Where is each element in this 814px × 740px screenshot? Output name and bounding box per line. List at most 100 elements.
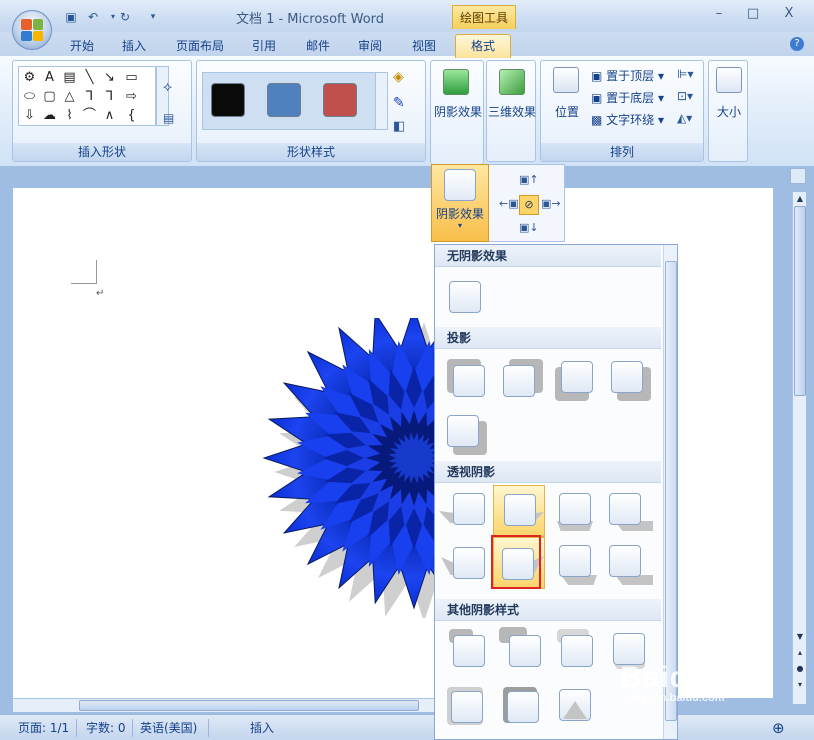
drop-shadow-3[interactable] (547, 353, 599, 405)
status-insert-mode[interactable]: 插入 (250, 719, 274, 737)
position-label[interactable]: 位置 (547, 103, 587, 120)
vertical-scrollbar[interactable]: ▲ ▼ ▴ ● ▾ (792, 192, 806, 704)
shape-outline-icon[interactable]: ✎ (393, 95, 405, 111)
nudge-down-icon[interactable]: ▣↓ (519, 221, 539, 234)
shape-rounded-rect-icon[interactable]: ▢ (41, 88, 58, 105)
scroll-up-icon[interactable]: ▲ (794, 194, 806, 206)
shape-rectangle-icon[interactable]: ▭ (123, 69, 140, 86)
style-swatch-red[interactable] (323, 83, 357, 117)
shadow-option-none[interactable] (439, 271, 491, 323)
send-to-back-button[interactable]: ▣ 置于底层 ▾ (591, 89, 664, 107)
status-language[interactable]: 英语(美国) (140, 719, 197, 737)
shape-gear-icon[interactable]: ⚙ (21, 69, 38, 86)
shape-cloud-icon[interactable]: ☁ (41, 107, 58, 124)
drop-shadow-1[interactable] (439, 353, 491, 405)
perspective-shadow-4[interactable] (601, 485, 653, 537)
vertical-scroll-thumb[interactable] (794, 206, 806, 396)
shape-down-arrow-icon[interactable]: ⇩ (21, 107, 38, 124)
scroll-down-icon[interactable]: ▼ (794, 632, 806, 644)
group-objects-icon[interactable]: ⊡▾ (677, 89, 693, 103)
shape-right-arrow-icon[interactable]: ⇨ (123, 88, 140, 105)
3d-effects-label[interactable]: 三维效果 (487, 103, 537, 120)
nudge-up-icon[interactable]: ▣↑ (519, 173, 539, 186)
horizontal-scroll-thumb[interactable] (79, 700, 419, 711)
horizontal-scrollbar[interactable] (13, 698, 435, 712)
perspective-shadow-2[interactable] (493, 485, 545, 537)
nudge-left-icon[interactable]: ←▣ (499, 197, 519, 210)
other-shadow-6[interactable] (493, 681, 545, 733)
shape-vertical-text-icon[interactable]: ▤ (61, 69, 78, 86)
tab-page-layout[interactable]: 页面布局 (170, 37, 230, 55)
status-page[interactable]: 页面: 1/1 (18, 719, 69, 737)
shape-textbox-icon[interactable]: A (41, 69, 58, 86)
size-icon[interactable] (716, 67, 742, 93)
shape-arc-icon[interactable]: ⌒ (81, 107, 98, 124)
shadow-toggle-icon[interactable]: ⊘ (519, 195, 539, 215)
close-button[interactable]: X (778, 6, 800, 24)
shape-brace-icon[interactable]: { (123, 107, 140, 124)
drop-shadow-2[interactable] (493, 353, 545, 405)
shape-freeform-icon[interactable]: ⌇ (61, 107, 78, 124)
nudge-right-icon[interactable]: ▣→ (541, 197, 561, 210)
perspective-shadow-1[interactable] (439, 485, 491, 537)
shadow-effects-dropdown-button[interactable]: 阴影效果 ▾ (431, 164, 489, 242)
perspective-shadow-3[interactable] (547, 485, 599, 537)
customize-qat-icon[interactable]: ▾ (144, 9, 162, 25)
shadow-effects-label[interactable]: 阴影效果 (431, 103, 485, 120)
size-label[interactable]: 大小 (709, 103, 749, 120)
change-shape-icon[interactable]: ◧ (393, 119, 405, 134)
other-shadow-7[interactable] (547, 681, 599, 733)
position-icon[interactable] (553, 67, 579, 93)
shape-styles-gallery[interactable] (202, 72, 377, 130)
tab-format[interactable]: 格式 (455, 34, 511, 58)
zoom-in-icon[interactable]: ⊕ (772, 719, 785, 737)
style-swatch-blue[interactable] (267, 83, 301, 117)
minimize-button[interactable]: – (708, 6, 730, 24)
shadow-nudge-panel: ▣↑ ←▣ ⊘ ▣→ ▣↓ (489, 164, 565, 242)
bring-to-front-button[interactable]: ▣ 置于顶层 ▾ (591, 67, 664, 85)
rotate-icon[interactable]: ◭▾ (677, 111, 692, 125)
shape-elbow-arrow-icon[interactable]: ⅂ (101, 88, 118, 105)
shape-fill-icon[interactable]: ◈ (393, 69, 404, 85)
shape-oval-icon[interactable]: ⬭ (21, 88, 38, 105)
shape-triangle-icon[interactable]: △ (61, 88, 78, 105)
ruler-toggle-icon[interactable] (790, 168, 806, 184)
other-shadow-3[interactable] (547, 625, 599, 677)
shapes-gallery[interactable]: ⚙ A ▤ ╲ ↘ ▭ ⬭ ▢ △ ⅂ ⅂ ⇨ ⇩ ☁ ⌇ ⌒ ∧ { (18, 66, 156, 126)
shape-styles-scroll[interactable] (375, 72, 388, 130)
shape-elbow-connector-icon[interactable]: ⅂ (81, 88, 98, 105)
section-drop-shadow: 投影 (435, 327, 661, 349)
style-swatch-black[interactable] (211, 83, 245, 117)
restore-button[interactable]: □ (742, 6, 764, 24)
drop-shadow-4[interactable] (601, 353, 653, 405)
3d-effects-icon[interactable] (499, 69, 525, 95)
bring-to-front-icon: ▣ (591, 69, 603, 83)
tab-review[interactable]: 审阅 (350, 37, 390, 55)
help-icon[interactable]: ? (790, 37, 804, 51)
align-icon[interactable]: ⊫▾ (677, 67, 693, 81)
tab-home[interactable]: 开始 (62, 37, 102, 55)
shape-arrow-line-icon[interactable]: ↘ (101, 69, 118, 86)
tab-insert[interactable]: 插入 (114, 37, 154, 55)
status-word-count[interactable]: 字数: 0 (86, 719, 126, 737)
perspective-shadow-7[interactable] (547, 537, 599, 589)
text-box-icon[interactable]: ▤ (163, 111, 174, 125)
shape-wave-icon[interactable]: ∧ (101, 107, 118, 124)
tab-mailings[interactable]: 邮件 (298, 37, 338, 55)
office-button[interactable] (12, 10, 52, 50)
tab-references[interactable]: 引用 (244, 37, 284, 55)
other-shadow-5[interactable] (439, 681, 491, 733)
redo-icon[interactable]: ↻ (116, 9, 134, 25)
other-shadow-1[interactable] (439, 625, 491, 677)
shadow-effects-icon[interactable] (443, 69, 469, 95)
edit-shape-icon[interactable]: ⟡ (163, 79, 172, 95)
undo-icon[interactable]: ↶ (84, 9, 102, 25)
perspective-shadow-8[interactable] (601, 537, 653, 589)
shape-line-icon[interactable]: ╲ (81, 69, 98, 86)
perspective-shadow-5[interactable] (439, 537, 491, 589)
tab-view[interactable]: 视图 (404, 37, 444, 55)
drop-shadow-5[interactable] (439, 405, 491, 457)
other-shadow-2[interactable] (493, 625, 545, 677)
text-wrap-button[interactable]: ▩ 文字环绕 ▾ (591, 111, 664, 129)
save-icon[interactable]: ▣ (62, 9, 80, 25)
